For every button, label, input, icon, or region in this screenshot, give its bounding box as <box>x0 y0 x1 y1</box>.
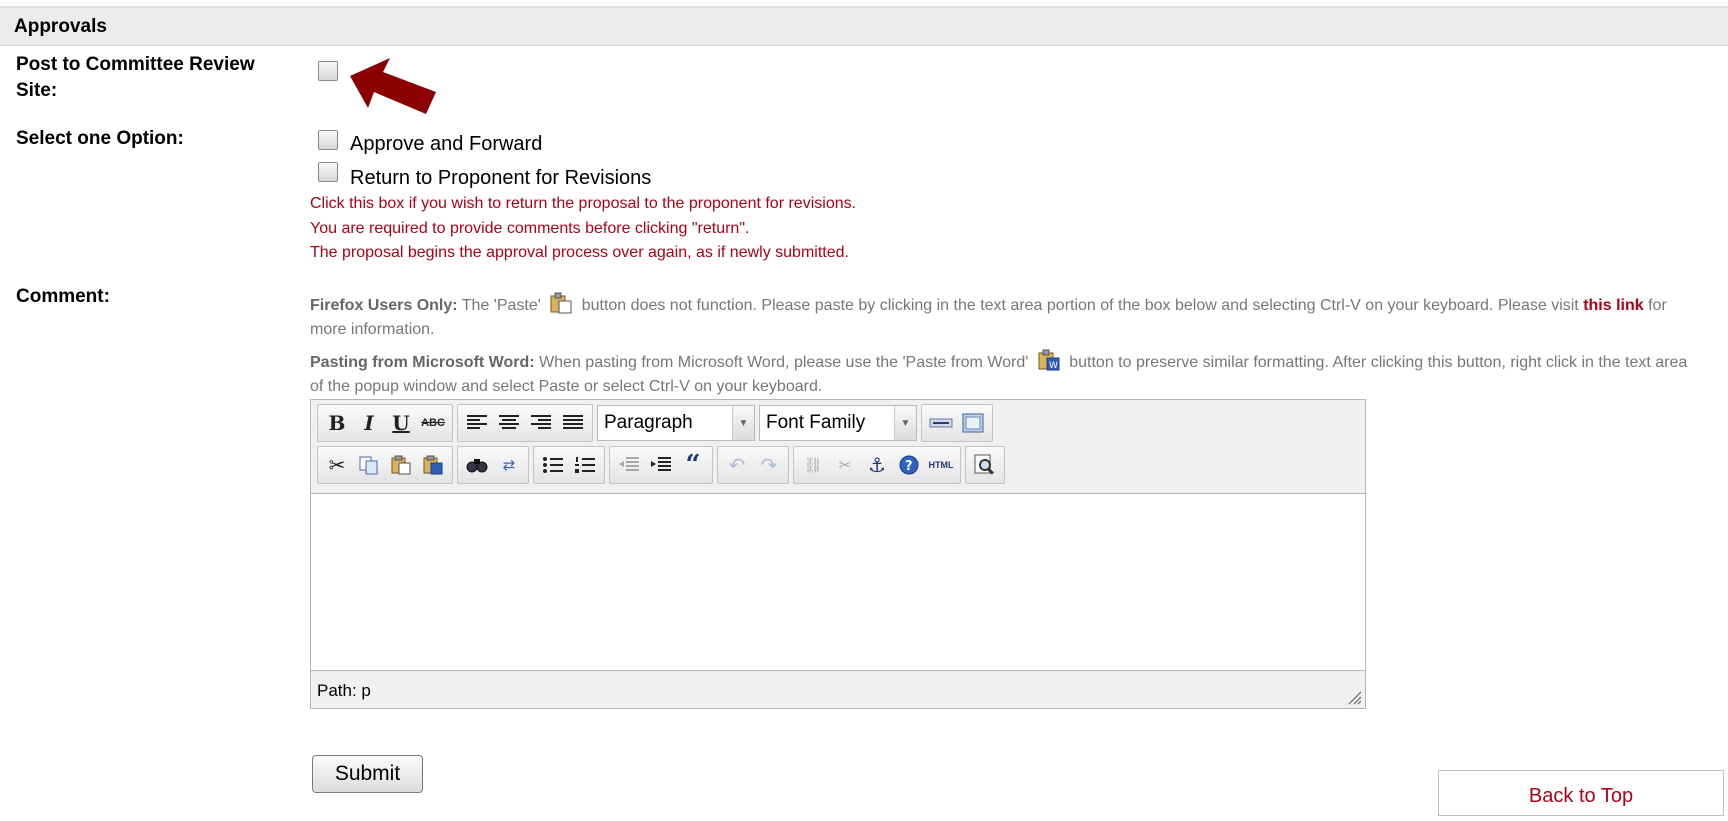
editor-text-area[interactable] <box>311 493 1365 671</box>
link-button-group: ⛓ ✂ ⚓ ? HTML <box>793 446 961 484</box>
align-left-icon[interactable] <box>461 407 493 439</box>
word-help-heading: Pasting from Microsoft Word: <box>310 354 535 371</box>
approve-forward-checkbox[interactable] <box>318 130 338 150</box>
return-revisions-label: Return to Proponent for Revisions <box>350 167 652 189</box>
back-to-top-button[interactable]: Back to Top <box>1438 770 1724 816</box>
approve-forward-label: Approve and Forward <box>350 133 543 155</box>
select-option-label: Select one Option: <box>16 128 184 149</box>
find-button-group: ⇄ <box>457 446 529 484</box>
section-header: Approvals <box>0 6 1728 46</box>
bullet-list-icon[interactable] <box>537 449 569 481</box>
rich-text-editor: B I U ABC Paragraph ▼ Font Family ▼ ✂ ⇄ … <box>310 399 1366 709</box>
horizontal-rule-icon[interactable] <box>925 407 957 439</box>
paste-from-word-icon[interactable] <box>417 449 449 481</box>
return-note-1: Click this box if you wish to return the… <box>310 195 857 212</box>
preview-button-group <box>965 446 1005 484</box>
align-center-icon[interactable] <box>493 407 525 439</box>
html-source-icon[interactable]: HTML <box>925 449 957 481</box>
unlink-icon[interactable]: ✂ <box>829 449 861 481</box>
find-icon[interactable] <box>461 449 493 481</box>
clipboard-button-group: ✂ <box>317 446 453 484</box>
anchor-icon[interactable]: ⚓ <box>861 449 893 481</box>
this-link[interactable]: this link <box>1583 297 1643 314</box>
section-title: Approvals <box>14 16 107 37</box>
editor-toolbar-row-2: ✂ ⇄ “ ↶ ↷ ⛓ ✂ ⚓ ? HTML <box>317 446 1009 484</box>
arrow-pointer-icon <box>350 58 436 114</box>
bold-icon[interactable]: B <box>321 407 353 439</box>
align-right-icon[interactable] <box>525 407 557 439</box>
editor-path: Path: p <box>317 681 371 700</box>
align-button-group <box>457 404 593 442</box>
copy-icon[interactable] <box>353 449 385 481</box>
editor-toolbar-row-1: B I U ABC Paragraph ▼ Font Family ▼ <box>317 404 997 442</box>
comment-label: Comment: <box>16 286 110 307</box>
align-justify-icon[interactable] <box>557 407 589 439</box>
underline-icon[interactable]: U <box>385 407 417 439</box>
firefox-help-heading: Firefox Users Only: <box>310 297 458 314</box>
return-note-2: You are required to provide comments bef… <box>310 220 750 237</box>
format-button-group: B I U ABC <box>317 404 453 442</box>
post-review-checkbox[interactable] <box>318 61 338 81</box>
link-icon[interactable]: ⛓ <box>797 449 829 481</box>
chevron-down-icon: ▼ <box>894 406 916 440</box>
chevron-down-icon: ▼ <box>732 406 754 440</box>
return-revisions-checkbox[interactable] <box>318 162 338 182</box>
blockquote-icon[interactable]: “ <box>677 449 709 481</box>
history-button-group: ↶ ↷ <box>717 446 789 484</box>
format-select[interactable]: Paragraph ▼ <box>597 405 755 441</box>
paste-icon[interactable] <box>385 449 417 481</box>
font-family-select[interactable]: Font Family ▼ <box>759 405 917 441</box>
help-icon[interactable]: ? <box>893 449 925 481</box>
redo-icon[interactable]: ↷ <box>753 449 785 481</box>
find-replace-icon[interactable]: ⇄ <box>493 449 525 481</box>
firefox-help-text: Firefox Users Only: The 'Paste' button d… <box>310 292 1700 342</box>
paste-from-word-icon: W <box>1037 349 1061 371</box>
numbered-list-icon[interactable] <box>569 449 601 481</box>
outdent-icon[interactable] <box>613 449 645 481</box>
preview-magnifier-icon[interactable] <box>969 449 1001 481</box>
fullscreen-icon[interactable] <box>957 407 989 439</box>
cut-icon[interactable]: ✂ <box>321 449 353 481</box>
svg-text:W: W <box>1049 361 1058 371</box>
post-review-label: Post to Committee Review Site: <box>16 54 255 101</box>
indent-icon[interactable] <box>645 449 677 481</box>
insert-button-group <box>921 404 993 442</box>
indent-button-group: “ <box>609 446 713 484</box>
return-note-3: The proposal begins the approval process… <box>310 244 849 261</box>
svg-text:?: ? <box>905 459 913 474</box>
strikethrough-icon[interactable]: ABC <box>417 407 449 439</box>
word-help-text: Pasting from Microsoft Word: When pastin… <box>310 349 1700 399</box>
submit-button[interactable]: Submit <box>312 755 423 793</box>
list-button-group <box>533 446 605 484</box>
paste-icon <box>549 292 573 314</box>
italic-icon[interactable]: I <box>353 407 385 439</box>
undo-icon[interactable]: ↶ <box>721 449 753 481</box>
resize-grip-icon[interactable] <box>1346 689 1362 705</box>
